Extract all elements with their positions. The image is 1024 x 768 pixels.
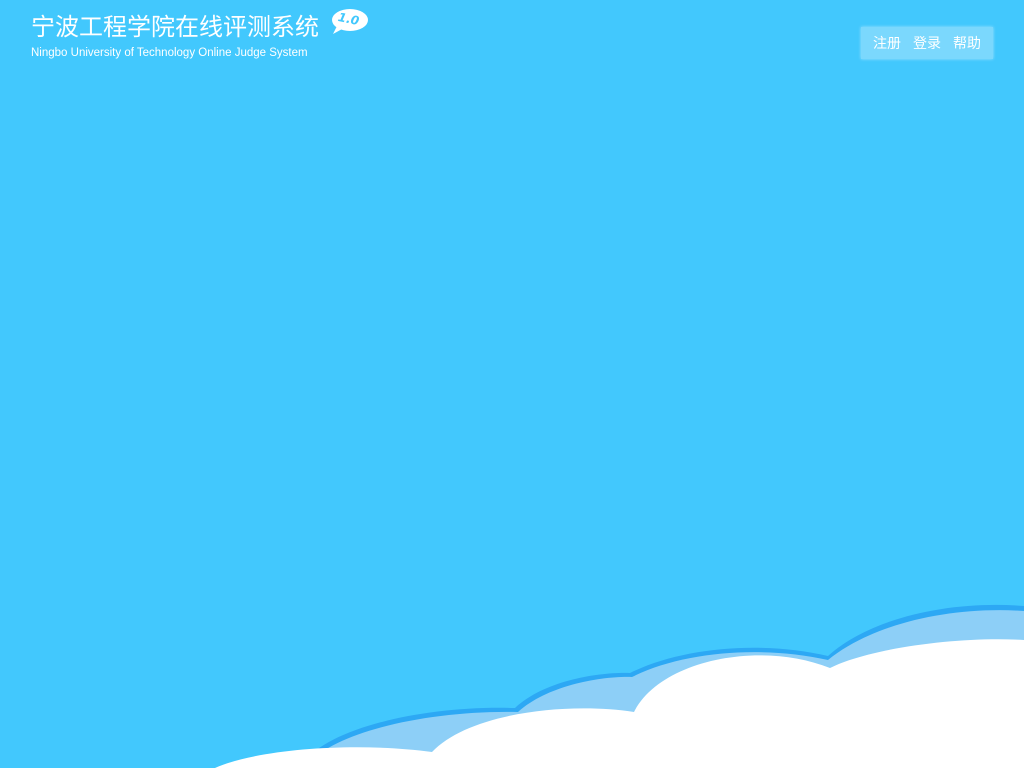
top-nav: 注册 登录 帮助 [861, 27, 993, 59]
site-brand: 宁波工程学院在线评测系统 Ningbo University of Techno… [31, 10, 319, 60]
register-link[interactable]: 注册 [873, 33, 901, 53]
version-badge: 1.0 [329, 7, 369, 37]
login-link[interactable]: 登录 [913, 33, 941, 53]
help-link[interactable]: 帮助 [953, 33, 981, 53]
site-title: 宁波工程学院在线评测系统 [31, 13, 319, 41]
clouds-decoration [215, 604, 1024, 768]
page-background: 宁波工程学院在线评测系统 Ningbo University of Techno… [0, 0, 1024, 768]
site-subtitle: Ningbo University of Technology Online J… [31, 47, 308, 59]
